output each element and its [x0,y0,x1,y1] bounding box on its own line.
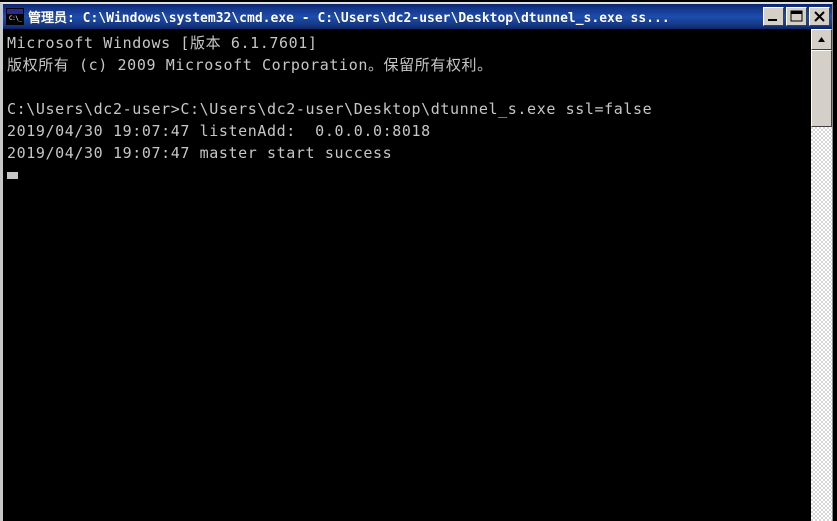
console-scrollbar[interactable] [810,29,832,521]
console-line: C:\Users\dc2-user>C:\Users\dc2-user\Desk… [7,100,653,118]
maximize-button[interactable] [786,7,807,26]
scroll-up-button[interactable] [811,29,832,50]
icon-prompt-glyph: C:\_ [9,15,22,22]
console-line: Microsoft Windows [版本 6.1.7601] [7,34,318,52]
close-button[interactable] [809,7,830,26]
console-line: 版权所有 (c) 2009 Microsoft Corporation。保留所有… [7,56,493,74]
console-output-area[interactable]: Microsoft Windows [版本 6.1.7601] 版权所有 (c)… [3,29,810,521]
window-title-text: 管理员: C:\Windows\system32\cmd.exe - C:\Us… [28,11,670,26]
command-prompt-window: C:\_ 管理员: C:\Windows\system32\cmd.exe - … [0,2,833,521]
console-line: 2019/04/30 19:07:47 listenAdd: 0.0.0.0:8… [7,122,431,140]
window-title-bar[interactable]: C:\_ 管理员: C:\Windows\system32\cmd.exe - … [3,4,832,29]
scrollbar-thumb[interactable] [811,50,832,127]
minimize-button[interactable] [763,7,784,26]
scrollbar-track[interactable] [811,50,832,521]
desktop-background: G C:\_ 管理员: C:\Windows\system32\cmd.exe … [0,0,837,521]
console-cursor [7,172,18,179]
window-controls [763,7,830,26]
cmd-console-icon[interactable]: C:\_ [6,8,24,25]
console-body: Microsoft Windows [版本 6.1.7601] 版权所有 (c)… [3,29,832,521]
console-line: 2019/04/30 19:07:47 master start success [7,144,393,162]
